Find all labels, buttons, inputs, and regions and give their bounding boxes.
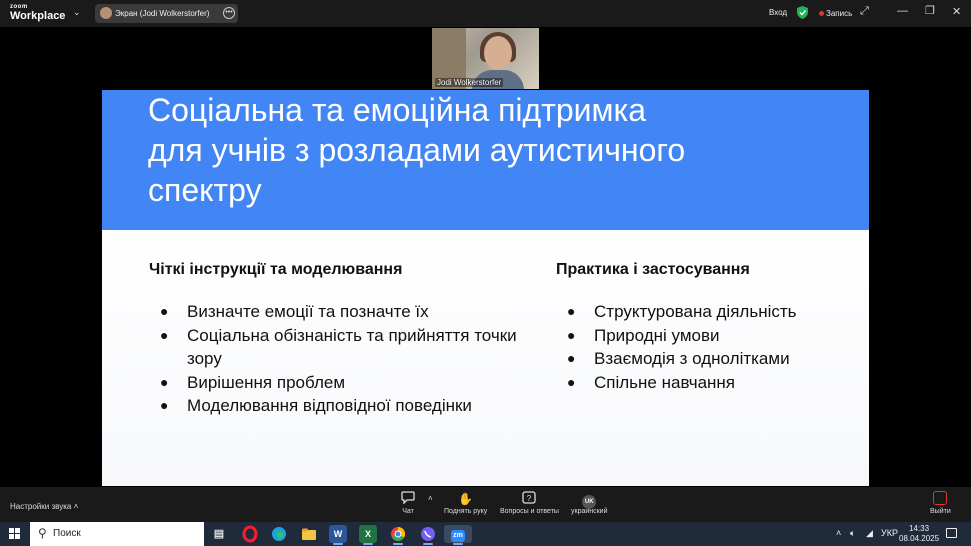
list-item: Взаємодія з однолітками	[556, 347, 856, 371]
chat-options-chevron-icon[interactable]: ˄	[428, 494, 433, 503]
restore-icon[interactable]: ❐	[925, 4, 935, 17]
file-explorer-icon[interactable]	[300, 525, 318, 543]
edge-icon[interactable]	[270, 525, 288, 543]
hand-icon: ✋	[458, 492, 474, 506]
slide-title: Соціальна та емоційна підтримка для учні…	[148, 90, 848, 210]
zoom-workplace-logo[interactable]: zoom Workplace	[10, 4, 65, 22]
zoom-app-label: zm	[451, 530, 465, 542]
viber-icon[interactable]	[419, 525, 437, 543]
audio-settings-button[interactable]: Настройки звука ˄	[10, 502, 78, 511]
clock-date: 08.04.2025	[899, 534, 940, 543]
left-column-heading: Чіткі інструкції та моделювання	[149, 261, 403, 278]
participant-name: Jodi Wolkerstorfer	[435, 78, 504, 87]
clock-time: 14:33	[909, 524, 930, 533]
left-bullet-list: Визначте емоції та позначте їх Соціальна…	[149, 300, 529, 418]
taskbar-search-box[interactable]: ⚲ Поиск	[30, 522, 204, 546]
opera-icon[interactable]	[241, 525, 259, 543]
meeting-toolbar: Настройки звука ˄ Чат ˄ ✋ Поднять руку ?…	[0, 487, 971, 522]
audio-settings-label: Настройки звука	[10, 502, 72, 511]
right-column: Практика і застосування Структурована ді…	[556, 261, 856, 394]
login-button[interactable]: Вход	[769, 8, 787, 17]
more-options-icon[interactable]: •••	[223, 7, 235, 19]
leave-icon	[930, 491, 951, 507]
chat-label: Чат	[402, 508, 414, 515]
slide-title-band: Соціальна та емоційна підтримка для учні…	[102, 90, 869, 230]
chevron-up-icon: ˄	[73, 502, 79, 511]
right-column-heading: Практика і застосування	[556, 261, 750, 278]
slide-title-line: Соціальна та емоційна підтримка	[148, 92, 647, 128]
left-column: Чіткі інструкції та моделювання Визначте…	[149, 261, 529, 418]
language-interpretation-button[interactable]: UK украинский	[571, 491, 608, 515]
active-app-indicator	[393, 543, 403, 545]
search-icon: ⚲	[38, 526, 47, 540]
screen-share-indicator[interactable]: Экран (Jodi Wolkerstorfer) •••	[95, 4, 238, 23]
participant-video-tile[interactable]: Jodi Wolkerstorfer	[432, 28, 539, 89]
list-item: Моделювання відповідної поведінки	[149, 394, 529, 418]
raise-hand-button[interactable]: ✋ Поднять руку	[444, 491, 487, 515]
chrome-icon[interactable]	[389, 525, 407, 543]
question-icon: ?	[500, 491, 559, 507]
notification-center-icon[interactable]	[946, 528, 957, 538]
system-clock[interactable]: 14:33 08.04.2025	[899, 524, 939, 544]
language-label: украинский	[571, 508, 608, 515]
word-icon[interactable]: W	[329, 525, 347, 543]
volume-icon[interactable]: 🔈︎	[850, 528, 855, 539]
right-bullet-list: Структурована діяльність Природні умови …	[556, 300, 856, 394]
raise-hand-label: Поднять руку	[444, 508, 488, 515]
record-label: Запись	[826, 9, 853, 18]
svg-text:?: ?	[527, 494, 532, 503]
record-dot-icon	[819, 11, 824, 17]
windows-start-icon[interactable]	[9, 528, 20, 539]
list-item: Визначте емоції та позначте їх	[149, 300, 529, 324]
chevron-down-icon[interactable]: ⌄	[73, 7, 81, 18]
windows-taskbar: ⚲ Поиск ▤ W X zm ˄ 🔈︎ ◢ УКР 14:33 08.04.…	[0, 522, 971, 546]
list-item: Структурована діяльність	[556, 300, 856, 324]
task-view-icon[interactable]: ▤	[210, 525, 228, 543]
screen-share-label: Экран (Jodi Wolkerstorfer)	[115, 9, 210, 18]
search-placeholder: Поиск	[53, 528, 81, 539]
network-icon[interactable]: ◢	[866, 528, 873, 539]
minimize-icon[interactable]: —	[897, 5, 908, 17]
recording-indicator[interactable]: Запись	[819, 9, 852, 18]
list-item: Соціальна обізнаність та прийняття точки…	[149, 324, 529, 371]
active-app-indicator	[453, 543, 463, 545]
chat-button[interactable]: Чат	[401, 491, 415, 515]
language-globe-icon: UK	[571, 491, 608, 509]
chat-icon	[401, 491, 415, 507]
qa-label: Вопросы и ответы	[500, 508, 559, 515]
list-item: Природні умови	[556, 324, 856, 348]
keyboard-language[interactable]: УКР	[881, 528, 898, 538]
slide-title-line: спектру	[148, 172, 262, 208]
shield-check-icon[interactable]	[797, 6, 808, 19]
close-icon[interactable]: ✕	[952, 5, 961, 18]
list-item: Вирішення проблем	[149, 371, 529, 395]
leave-label: Выйти	[930, 508, 951, 515]
active-app-indicator	[363, 543, 373, 545]
shared-slide: Соціальна та емоційна підтримка для учні…	[102, 90, 869, 486]
fullscreen-icon[interactable]: ⤢	[860, 5, 869, 18]
zoom-taskbar-icon[interactable]: zm	[444, 525, 472, 543]
excel-icon[interactable]: X	[359, 525, 377, 543]
avatar	[100, 7, 112, 19]
qa-button[interactable]: ? Вопросы и ответы	[500, 491, 559, 515]
active-app-indicator	[333, 543, 343, 545]
active-app-indicator	[423, 543, 433, 545]
zoom-title-bar: zoom Workplace ⌄ Экран (Jodi Wolkerstorf…	[0, 0, 971, 27]
show-hidden-icons-chevron-icon[interactable]: ˄	[836, 528, 841, 538]
video-person-face	[484, 36, 512, 70]
language-badge: UK	[582, 495, 597, 509]
list-item: Спільне навчання	[556, 371, 856, 395]
leave-button[interactable]: Выйти	[930, 491, 951, 515]
slide-title-line: для учнів з розладами аутистичного	[148, 132, 686, 168]
brand-large-label: Workplace	[10, 10, 66, 22]
